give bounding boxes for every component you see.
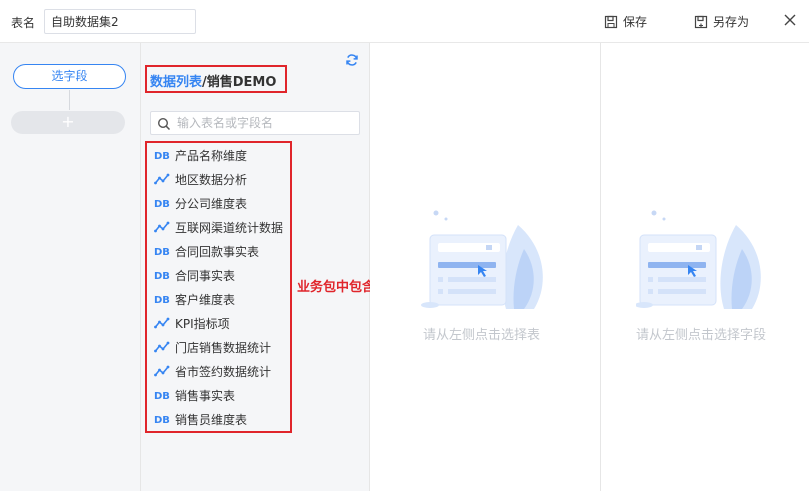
table-list-item[interactable]: DB 销售员维度表 [154,409,247,429]
svg-text:DB: DB [154,295,170,305]
breadcrumb-data-list-link[interactable]: 数据列表 [150,75,202,90]
table-list-item-label: 门店销售数据统计 [175,340,272,355]
table-list-item[interactable]: DB 合同事实表 [154,265,235,285]
analysis-table-icon [154,341,170,353]
step-connector [69,90,70,110]
step-panel: 选字段 + [0,43,141,491]
svg-text:DB: DB [154,415,170,425]
table-name-label: 表名 [11,16,36,30]
svg-text:DB: DB [154,199,170,209]
table-list-item-label: 合同事实表 [175,268,236,283]
table-list-item[interactable]: 互联网渠道统计数据 [154,217,283,237]
select-field-hint: 请从左侧点击选择字段 [636,328,767,343]
db-table-icon: DB [154,149,170,161]
table-list-item[interactable]: DB 产品名称维度 [154,145,247,165]
save-icon [604,15,618,28]
table-list-item-label: 客户维度表 [175,292,236,307]
db-table-icon: DB [154,413,170,425]
top-bar: 表名 保存 另存为 [0,0,809,43]
svg-text:DB: DB [154,391,170,401]
select-field-step[interactable]: 选字段 [13,64,126,89]
table-list-item-label: 地区数据分析 [175,172,248,187]
db-table-icon: DB [154,245,170,257]
close-icon[interactable] [783,13,797,27]
table-list-item[interactable]: KPI指标项 [154,313,230,333]
table-list-item[interactable]: 门店销售数据统计 [154,337,271,357]
breadcrumb-current: 销售DEMO [206,75,277,90]
table-list-item[interactable]: 地区数据分析 [154,169,247,189]
table-search[interactable] [150,111,360,135]
table-list-item-label: 产品名称维度 [175,148,248,163]
table-list-item-label: 合同回款事实表 [175,244,260,259]
select-table-hint: 请从左侧点击选择表 [423,328,541,343]
db-table-icon: DB [154,293,170,305]
svg-text:DB: DB [154,151,170,161]
table-list-item[interactable]: DB 分公司维度表 [154,193,247,213]
analysis-table-icon [154,173,170,185]
empty-field-illustration [636,210,761,309]
table-list-item[interactable]: 省市签约数据统计 [154,361,271,381]
search-input[interactable] [177,114,355,132]
table-list-item[interactable]: DB 合同回款事实表 [154,241,259,261]
table-list-item-label: 省市签约数据统计 [175,364,272,379]
db-table-icon: DB [154,389,170,401]
table-list-item-label: 互联网渠道统计数据 [175,220,284,235]
breadcrumb: 数据列表/销售DEMO [150,71,276,90]
table-list-item-label: KPI指标项 [175,316,230,331]
save-button[interactable]: 保存 [604,13,647,30]
empty-table-illustration [421,210,543,309]
save-as-button[interactable]: 另存为 [694,13,749,30]
save-label: 保存 [623,15,648,29]
db-table-icon: DB [154,269,170,281]
refresh-icon[interactable] [345,53,359,67]
analysis-table-icon [154,221,170,233]
table-list-item-label: 销售员维度表 [175,412,248,427]
search-icon [157,117,171,131]
svg-text:DB: DB [154,271,170,281]
svg-text:DB: DB [154,247,170,257]
table-list-item[interactable]: DB 客户维度表 [154,289,235,309]
table-list-item-label: 销售事实表 [175,388,236,403]
save-as-label: 另存为 [713,15,750,29]
table-list-item[interactable]: DB 销售事实表 [154,385,235,405]
table-name-input[interactable] [44,9,196,34]
add-step-button[interactable]: + [11,111,125,134]
save-as-icon [694,15,708,28]
analysis-table-icon [154,317,170,329]
table-list-item-label: 分公司维度表 [175,196,248,211]
db-table-icon: DB [154,197,170,209]
analysis-table-icon [154,365,170,377]
